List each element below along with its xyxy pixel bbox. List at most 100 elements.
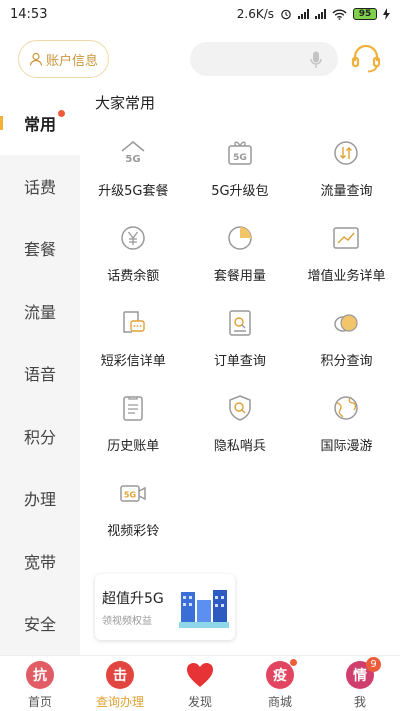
5g-video-icon: 5G [120,485,147,502]
nav-me[interactable]: 情 9 我 [320,656,400,711]
notification-dot [290,659,297,666]
yen-coin-icon [121,226,146,250]
battery-icon: 95 [353,8,377,20]
notification-dot [58,110,65,117]
promo-subtitle: 领视频权益 [102,616,152,627]
sidebar-item-label: 套餐 [23,240,56,260]
grid-item-traffic-query[interactable]: 流量查询 [293,132,400,217]
search-input[interactable] [190,42,338,76]
wifi-icon [332,9,347,20]
grid-item-label: 积分查询 [320,354,373,369]
alarm-icon [281,9,291,20]
5g-gift-icon: 5G [228,141,252,165]
grid-item-points-query[interactable]: 积分查询 [293,302,400,387]
nav-label: 我 [353,695,366,709]
coins-icon [334,314,359,332]
grid-item-label: 历史账单 [107,439,160,454]
svg-text:5G: 5G [233,153,247,163]
privacy-shield-icon [229,395,251,421]
sidebar-item-label: 宽带 [23,552,56,572]
section-title: 大家常用 [95,94,156,112]
home-icon: 抗 [26,661,54,689]
promo-image-text: 5G [197,591,211,601]
message-doc-icon [123,311,145,333]
microphone-icon[interactable] [310,51,322,69]
sidebar-item-common[interactable]: 常用 [0,92,80,155]
grid-item-5g-package[interactable]: 5G 5G升级包 [187,132,294,217]
grid-item-history-bill[interactable]: 历史账单 [80,387,187,472]
grid-item-label: 订单查询 [213,354,266,369]
status-icons: 2.6K/s 95 [237,7,390,21]
sidebar-item-security[interactable]: 安全 [0,592,80,655]
signal-icon-2 [315,9,326,19]
sidebar-item-voice[interactable]: 语音 [0,342,80,405]
user-icon [29,52,43,66]
sidebar-item-data[interactable]: 流量 [0,280,80,343]
svg-text:5G: 5G [126,154,141,165]
nav-label: 发现 [187,695,212,709]
sidebar-item-fee[interactable]: 话费 [0,155,80,218]
notification-badge: 9 [366,657,381,672]
network-speed: 2.6K/s [236,7,274,21]
signal-icon [298,9,309,19]
grid-item-label: 套餐用量 [213,269,266,284]
sidebar-item-label: 积分 [23,427,56,447]
status-bar: 14:53 2.6K/s 95 [0,0,400,28]
grid-item-label: 话费余额 [107,269,160,284]
5g-building-icon: 5G [179,590,229,628]
grid-item-vas-detail[interactable]: 增值业务详单 [293,217,400,302]
grid-item-label: 国际漫游 [320,439,373,454]
promo-card[interactable]: 超值升5G 领视频权益 5G [95,574,235,640]
nav-discover[interactable]: 发现 [160,656,240,711]
grid-item-sms-detail[interactable]: 短彩信详单 [80,302,187,387]
5g-house-icon: 5G [121,141,145,165]
grid-item-label: 隐私哨兵 [213,439,266,454]
nav-label: 查询办理 [95,695,144,709]
account-info-button[interactable]: 账户信息 [18,40,110,78]
svg-text:5G: 5G [124,491,136,500]
status-time: 14:53 [10,6,48,22]
account-info-label: 账户信息 [46,53,99,69]
grid-item-video-ringtone[interactable]: 5G 视频彩铃 [80,472,187,557]
sidebar-item-label: 安全 [23,615,56,635]
grid-item-privacy-sentinel[interactable]: 隐私哨兵 [187,387,294,472]
sidebar-item-label: 办理 [23,490,56,510]
nav-mall[interactable]: 疫 商城 [240,656,320,711]
grid-item-label: 短彩信详单 [100,354,166,369]
grid-item-roaming[interactable]: 国际漫游 [293,387,400,472]
nav-label: 商城 [267,695,292,709]
nav-home[interactable]: 抗 首页 [0,656,80,711]
heart-icon [187,663,213,687]
query-icon: 击 [106,661,134,689]
header: 账户信息 [0,28,400,90]
nav-label: 首页 [27,695,52,709]
traffic-arrows-icon [334,141,359,165]
nav-query[interactable]: 击 查询办理 [80,656,160,711]
grid-item-label: 5G升级包 [211,184,269,199]
promo-title: 超值升5G [102,591,164,607]
grid-item-upgrade-5g-plan[interactable]: 5G 升级5G套餐 [80,132,187,217]
globe-icon [334,396,359,420]
grid-item-order-query[interactable]: 订单查询 [187,302,294,387]
sidebar-item-points[interactable]: 积分 [0,405,80,468]
grid-item-label: 流量查询 [320,184,373,199]
category-sidebar: 常用 话费 套餐 流量 语音 积分 办理 宽带 安全 [0,92,80,655]
grid-item-plan-usage[interactable]: 套餐用量 [187,217,294,302]
grid-item-label: 增值业务详单 [307,269,386,284]
charging-icon [383,8,390,20]
grid-item-label: 视频彩铃 [107,524,160,539]
sidebar-item-label: 常用 [23,115,56,135]
customer-service-icon[interactable] [350,42,382,74]
sidebar-item-broadband[interactable]: 宽带 [0,530,80,593]
order-search-icon [229,310,251,336]
sidebar-item-label: 话费 [23,177,56,197]
main-content: 大家常用 5G 升级5G套餐 5G 5G升级包 流量查询 话费余额 套餐用量 增… [80,92,400,655]
mall-icon: 疫 [266,661,294,689]
grid-item-label: 升级5G套餐 [98,184,169,199]
grid-item-balance[interactable]: 话费余额 [80,217,187,302]
trend-chart-icon [333,227,360,249]
sidebar-item-handle[interactable]: 办理 [0,467,80,530]
sidebar-item-plan[interactable]: 套餐 [0,217,80,280]
app-root: 14:53 2.6K/s 95 账户信息 常用 话费 套餐 流量 语音 积分 办… [0,0,400,711]
sidebar-item-label: 流量 [23,302,56,322]
